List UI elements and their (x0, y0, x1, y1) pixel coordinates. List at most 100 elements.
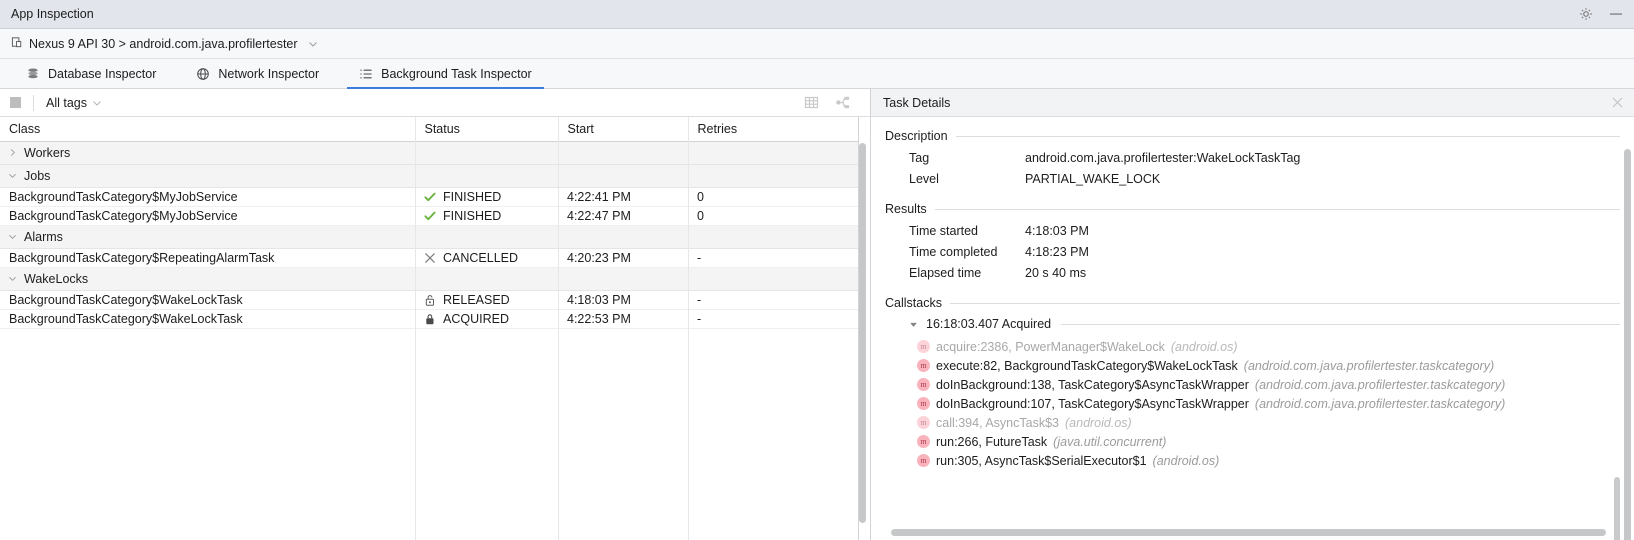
gear-icon[interactable] (1578, 6, 1594, 22)
stop-button[interactable] (10, 97, 21, 108)
task-table: Class Status Start Retries Workers Jobs Ba… (0, 117, 858, 329)
detail-row-time-completed: Time completed 4:18:23 PM (885, 241, 1620, 262)
minimize-icon[interactable] (1608, 6, 1624, 22)
callstack-frame[interactable]: mrun:266, FutureTask(java.util.concurren… (885, 432, 1620, 451)
method-badge-icon: m (917, 454, 930, 467)
callstack-frame[interactable]: mrun:305, AsyncTask$SerialExecutor$1(and… (885, 451, 1620, 470)
callstack-frame[interactable]: m doInBackground:107, TaskCategory$AsyncT… (885, 394, 1620, 413)
frame-package: (android.com.java.profilertester.taskcat… (1255, 397, 1505, 411)
details-vertical-scrollbar[interactable] (1624, 149, 1631, 540)
frame-signature: doInBackground:138, TaskCategory$AsyncTa… (936, 378, 1249, 392)
task-group-toggle[interactable]: Alarms (8, 230, 858, 244)
status-badge: CANCELLED (443, 251, 518, 265)
chevron-down-icon[interactable] (8, 171, 17, 180)
callstack-frame[interactable]: mexecute:82, BackgroundTaskCategory$Wake… (885, 356, 1620, 375)
triangle-down-icon[interactable] (909, 320, 918, 329)
task-group-toggle[interactable]: Jobs (8, 169, 858, 183)
task-group-label: Jobs (24, 169, 50, 183)
close-icon[interactable] (1611, 96, 1624, 109)
callstacks-section: Callstacks 16:18:03.407 Acquiredmacquire… (885, 296, 1620, 470)
cell-class: BackgroundTaskCategory$WakeLockTask (0, 309, 415, 328)
device-process-selector[interactable]: Nexus 9 API 30 > android.com.java.profil… (11, 36, 318, 52)
callstack-horizontal-scrollbar[interactable] (891, 529, 1606, 536)
detail-row-elapsed-time: Elapsed time 20 s 40 ms (885, 262, 1620, 283)
table-row[interactable]: BackgroundTaskCategory$WakeLockTask ACQUI… (0, 309, 858, 328)
column-header-status[interactable]: Status (415, 117, 558, 141)
window-title-bar: App Inspection (0, 0, 1634, 29)
detail-key: Elapsed time (885, 266, 1025, 280)
column-divider (415, 117, 416, 540)
graph-view-icon[interactable] (835, 95, 850, 110)
locked-padlock-icon (424, 313, 436, 325)
tab-background-task-inspector[interactable]: Background Task Inspector (347, 59, 544, 88)
cell-retries: - (688, 290, 858, 309)
frame-signature: call:394, AsyncTask$3 (936, 416, 1059, 430)
chevron-down-icon[interactable] (8, 232, 17, 241)
column-header-start[interactable]: Start (558, 117, 688, 141)
table-row[interactable]: BackgroundTaskCategory$MyJobServiceFINIS… (0, 187, 858, 206)
task-group-toggle[interactable]: Workers (8, 146, 858, 160)
status-badge: FINISHED (443, 209, 501, 223)
frame-package: (android.com.java.profilertester.taskcat… (1244, 359, 1494, 373)
task-group-cell: Jobs (0, 164, 858, 187)
task-group-toggle[interactable]: WakeLocks (8, 272, 858, 286)
table-row[interactable]: BackgroundTaskCategory$MyJobServiceFINIS… (0, 206, 858, 225)
table-row[interactable]: BackgroundTaskCategory$WakeLockTask RELEA… (0, 290, 858, 309)
frame-signature: doInBackground:107, TaskCategory$AsyncTa… (936, 397, 1249, 411)
check-icon (424, 210, 436, 222)
task-details-header: Task Details (871, 89, 1634, 117)
table-header-row: Class Status Start Retries (0, 117, 858, 141)
cell-start: 4:20:23 PM (558, 248, 688, 267)
view-mode-buttons (804, 95, 862, 110)
cell-class: BackgroundTaskCategory$WakeLockTask (0, 290, 415, 309)
column-header-retries[interactable]: Retries (688, 117, 858, 141)
status-badge: FINISHED (443, 190, 501, 204)
task-group-row[interactable]: WakeLocks (0, 267, 858, 290)
globe-icon (196, 67, 210, 81)
column-header-class[interactable]: Class (0, 117, 415, 141)
main-split: All tags (0, 89, 1634, 540)
tab-network-inspector[interactable]: Network Inspector (184, 59, 331, 88)
method-badge-icon: m (917, 378, 930, 391)
device-process-bar: Nexus 9 API 30 > android.com.java.profil… (0, 29, 1634, 59)
method-badge-icon: m (917, 397, 930, 410)
list-icon (359, 67, 373, 81)
status-badge: ACQUIRED (443, 312, 509, 326)
detail-row-tag: Tag android.com.java.profilertester:Wake… (885, 147, 1620, 168)
callstack-frame[interactable]: m doInBackground:138, TaskCategory$AsyncT… (885, 375, 1620, 394)
task-group-row[interactable]: Workers (0, 141, 858, 164)
callstack-vertical-scrollbar[interactable] (1614, 477, 1620, 540)
detail-value: 4:18:23 PM (1025, 245, 1089, 259)
cell-start: 4:22:53 PM (558, 309, 688, 328)
task-list-toolbar: All tags (0, 89, 870, 117)
task-group-label: WakeLocks (24, 272, 88, 286)
chevron-right-icon[interactable] (8, 148, 17, 157)
cell-retries: - (688, 248, 858, 267)
detail-row-time-started: Time started 4:18:03 PM (885, 220, 1620, 241)
task-list-vertical-scrollbar[interactable] (859, 143, 866, 523)
detail-value: 4:18:03 PM (1025, 224, 1089, 238)
callstack-frame[interactable]: mcall:394, AsyncTask$3(android.os) (885, 413, 1620, 432)
detail-value: 20 s 40 ms (1025, 266, 1086, 280)
status-badge: RELEASED (443, 293, 510, 307)
device-process-label: Nexus 9 API 30 > android.com.java.profil… (29, 37, 298, 51)
method-badge-icon: m (917, 340, 930, 353)
chevron-down-icon[interactable] (8, 274, 17, 283)
table-row[interactable]: BackgroundTaskCategory$RepeatingAlarmTas… (0, 248, 858, 267)
task-group-row[interactable]: Jobs (0, 164, 858, 187)
task-group-row[interactable]: Alarms (0, 225, 858, 248)
frame-signature: run:305, AsyncTask$SerialExecutor$1 (936, 454, 1147, 468)
detail-key: Time completed (885, 245, 1025, 259)
callstack-group-header[interactable]: 16:18:03.407 Acquired (885, 317, 1620, 331)
task-table-body: Workers Jobs BackgroundTaskCategory$MyJobS… (0, 141, 858, 328)
column-divider (688, 117, 689, 540)
detail-row-level: Level PARTIAL_WAKE_LOCK (885, 168, 1620, 189)
tags-filter-dropdown[interactable]: All tags (46, 96, 102, 110)
callstack-frame[interactable]: macquire:2386, PowerManager$WakeLock(and… (885, 337, 1620, 356)
cell-status: FINISHED (415, 206, 558, 225)
window-actions (1578, 6, 1624, 22)
table-view-icon[interactable] (804, 95, 819, 110)
tab-database-inspector[interactable]: Database Inspector (14, 59, 168, 88)
tab-label: Network Inspector (218, 67, 319, 81)
chevron-down-icon[interactable] (308, 39, 318, 49)
